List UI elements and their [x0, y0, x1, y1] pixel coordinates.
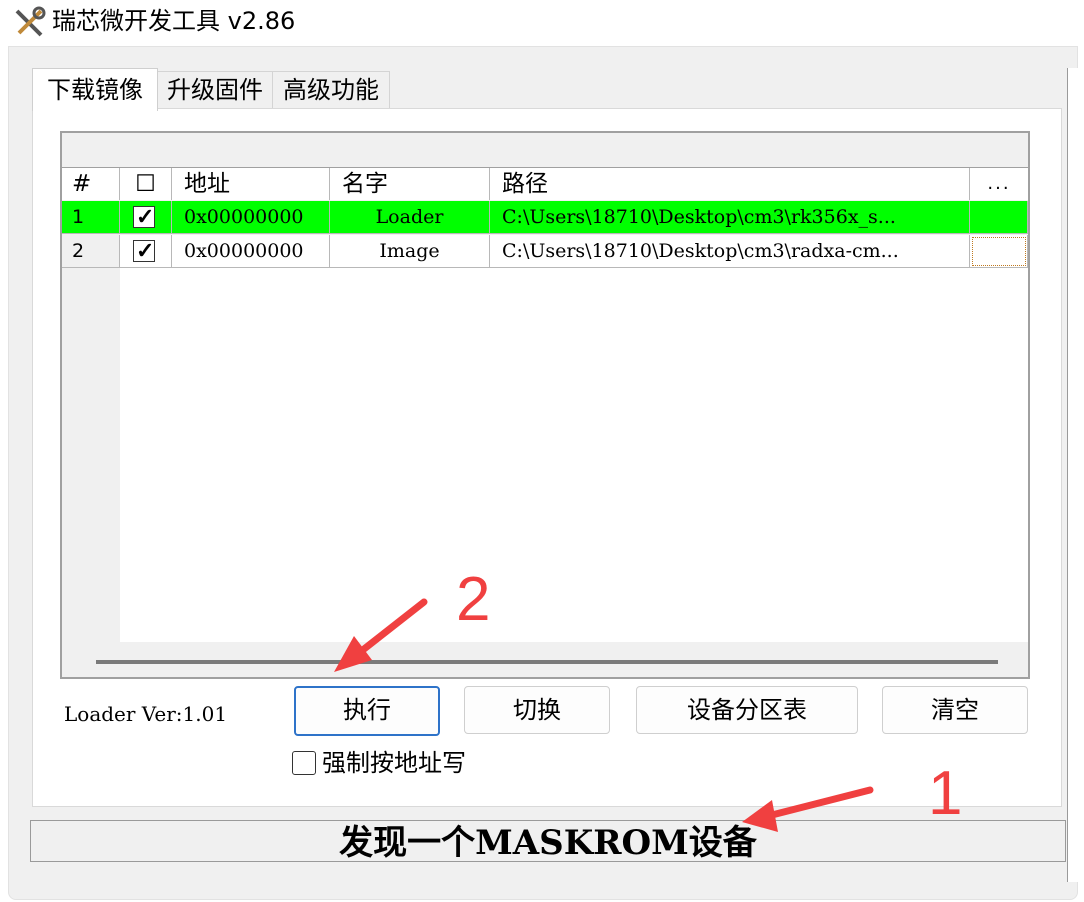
execute-button[interactable]: 执行 [294, 686, 440, 736]
row-browse-button[interactable] [970, 235, 1028, 268]
column-header-number: # [62, 168, 120, 200]
row-address[interactable]: 0x00000000 [172, 201, 330, 234]
tab-download-image[interactable]: 下载镜像 [32, 68, 158, 111]
tab-upgrade-firmware[interactable]: 升级固件 [156, 71, 274, 108]
row-path: C:\Users\18710\Desktop\cm3\radxa-cm... [490, 235, 970, 268]
table-row[interactable]: 1 0x00000000 Loader C:\Users\18710\Deskt… [62, 201, 1028, 234]
row-header-strip [62, 268, 121, 642]
row-checkbox[interactable] [133, 235, 155, 267]
window-title: 瑞芯微开发工具 v2.86 [52, 7, 296, 35]
row-checkbox[interactable] [133, 201, 155, 233]
table-row[interactable]: 2 0x00000000 Image C:\Users\18710\Deskto… [62, 235, 1028, 268]
row-path: C:\Users\18710\Desktop\cm3\rk356x_s... [490, 201, 970, 234]
row-address[interactable]: 0x00000000 [172, 235, 330, 268]
column-header-address[interactable]: 地址 [172, 168, 330, 200]
row-checkbox-cell[interactable] [120, 201, 172, 234]
status-bar: 发现一个MASKROM设备 [30, 820, 1066, 863]
row-number: 2 [62, 235, 120, 268]
column-header-check[interactable]: ☐ [120, 168, 172, 200]
grid-empty-area [120, 268, 1028, 642]
force-write-checkbox[interactable] [292, 751, 316, 775]
tools-icon [15, 6, 46, 37]
column-header-name[interactable]: 名字 [330, 168, 490, 200]
side-panel-edge [1067, 68, 1084, 882]
column-header-more[interactable]: ... [970, 168, 1028, 200]
column-header-path[interactable]: 路径 [490, 168, 970, 200]
row-name: Loader [330, 201, 490, 234]
row-number: 1 [62, 201, 120, 234]
status-text: 发现一个MASKROM设备 [339, 823, 757, 863]
title-bar: 瑞芯微开发工具 v2.86 [0, 0, 1084, 46]
grid-top-bar [62, 133, 1028, 168]
partition-table-button[interactable]: 设备分区表 [636, 686, 858, 734]
row-checkbox-cell[interactable] [120, 235, 172, 268]
image-list-grid[interactable]: # ☐ 地址 名字 路径 ... 1 0x00000000 Loader C:\… [60, 131, 1030, 679]
force-write-label[interactable]: 强制按地址写 [322, 748, 466, 778]
loader-version: Loader Ver:1.01 [64, 702, 228, 726]
row-name: Image [330, 235, 490, 268]
horizontal-scrollbar[interactable] [96, 660, 998, 664]
row-browse-button[interactable] [970, 201, 1028, 234]
grid-header: # ☐ 地址 名字 路径 ... [62, 168, 1028, 200]
switch-button[interactable]: 切换 [464, 686, 610, 734]
clear-button[interactable]: 清空 [882, 686, 1028, 734]
tab-advanced-functions[interactable]: 高级功能 [272, 71, 390, 108]
